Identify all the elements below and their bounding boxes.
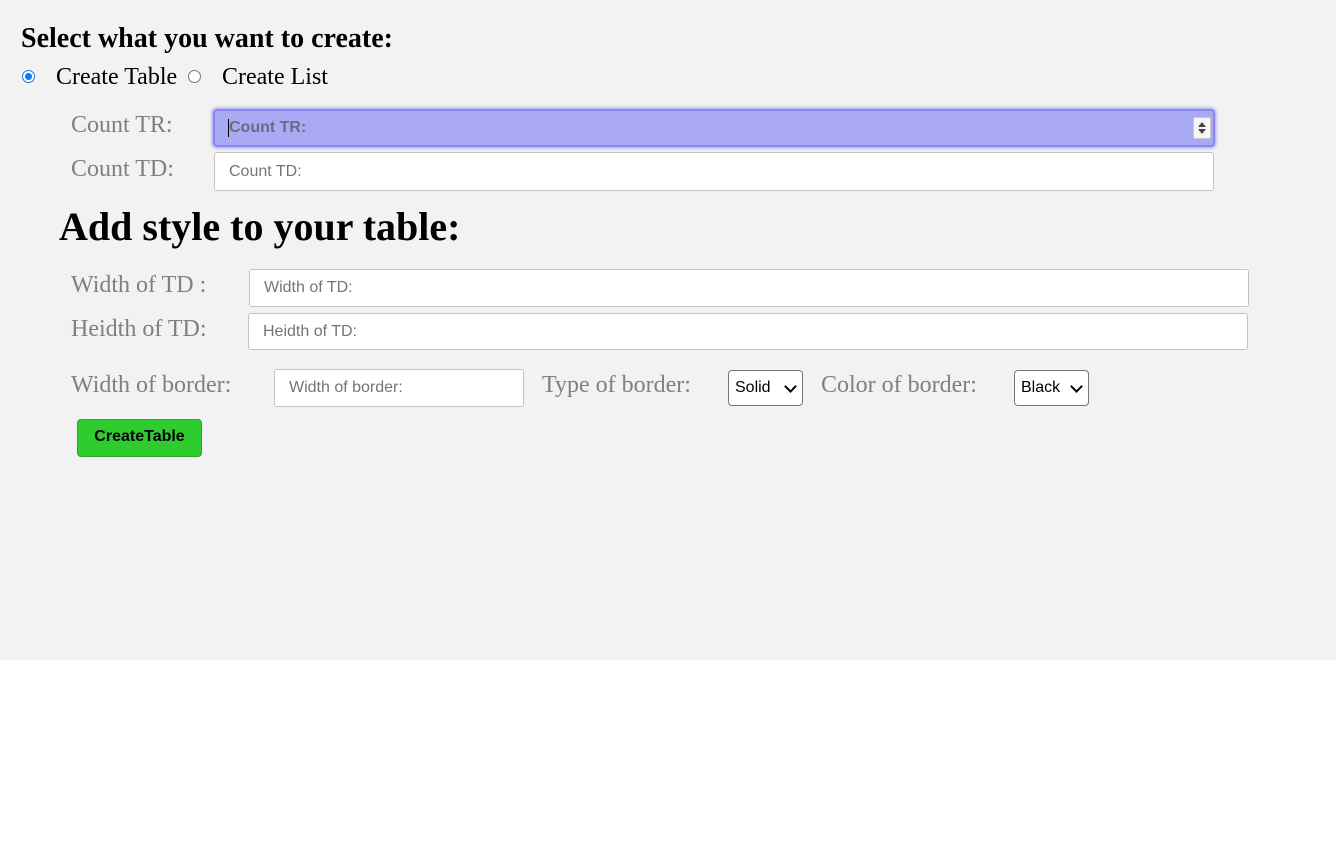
width-td-input[interactable] xyxy=(249,269,1249,307)
count-td-label: Count TD: xyxy=(71,156,174,182)
count-tr-placeholder: Count TR: xyxy=(229,119,307,136)
create-table-radio[interactable] xyxy=(22,70,35,83)
border-color-value: Black xyxy=(1021,379,1061,396)
count-tr-input[interactable]: Count TR: xyxy=(213,109,1215,147)
create-table-button[interactable]: CreateTable xyxy=(77,419,202,457)
border-width-label: Width of border: xyxy=(71,372,232,398)
form-panel: Select what you want to create: Create T… xyxy=(0,0,1336,660)
spin-up-icon[interactable] xyxy=(1198,122,1206,127)
count-tr-label: Count TR: xyxy=(71,112,173,138)
style-heading: Add style to your table: xyxy=(59,204,461,249)
height-td-input[interactable] xyxy=(248,313,1248,350)
width-td-label: Width of TD : xyxy=(71,272,207,298)
count-td-input[interactable] xyxy=(214,152,1214,191)
chevron-down-icon xyxy=(784,380,797,393)
chevron-down-icon xyxy=(1070,380,1083,393)
create-list-radio[interactable] xyxy=(188,70,201,83)
border-width-input[interactable] xyxy=(274,369,524,407)
spin-down-icon[interactable] xyxy=(1198,129,1206,134)
page-title: Select what you want to create: xyxy=(21,23,393,54)
border-type-select[interactable]: Solid xyxy=(728,370,803,406)
height-td-label: Heidth of TD: xyxy=(71,316,207,342)
border-type-label: Type of border: xyxy=(542,372,691,398)
number-spinner[interactable] xyxy=(1193,117,1211,139)
create-table-label[interactable]: Create Table xyxy=(56,63,177,91)
border-color-select[interactable]: Black xyxy=(1014,370,1089,406)
create-list-label[interactable]: Create List xyxy=(222,63,328,91)
border-color-label: Color of border: xyxy=(821,372,977,398)
border-type-value: Solid xyxy=(735,379,771,396)
